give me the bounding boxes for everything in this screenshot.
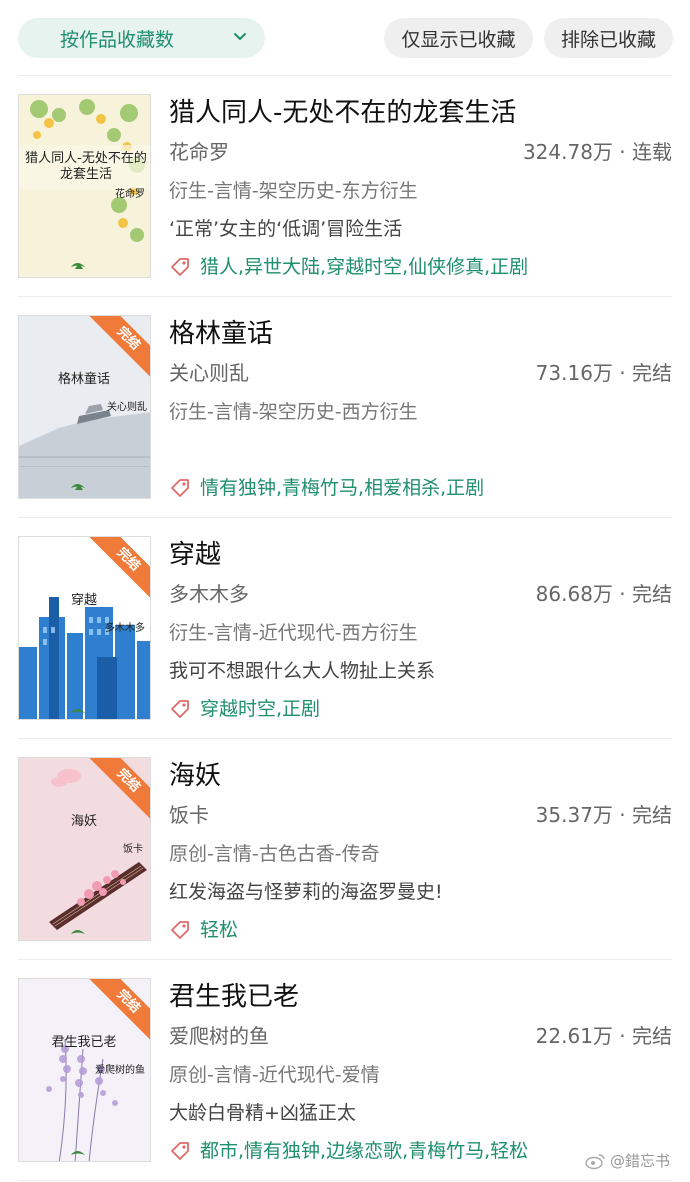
- book-genre: 原创-言情-古色古香-传奇: [169, 843, 380, 865]
- cover-title: 猎人同人-无处不在的龙套生活: [25, 151, 147, 182]
- book-author[interactable]: 花命罗: [169, 140, 229, 164]
- book-stats: 86.68万 · 完结: [535, 582, 672, 606]
- book-title[interactable]: 格林童话: [169, 315, 672, 353]
- cover-author: 饭卡: [123, 844, 143, 855]
- book-stats: 324.78万 · 连载: [522, 140, 672, 164]
- cover-title: 穿越: [70, 593, 97, 608]
- show-favorited-only-label: 仅显示已收藏: [401, 28, 516, 51]
- tag-icon: [171, 1142, 189, 1160]
- book-cover[interactable]: 穿越 多木木多 完结: [18, 536, 151, 720]
- chevron-down-icon: [234, 33, 246, 40]
- book-description: 我可不想跟什么大人物扯上关系: [169, 660, 436, 682]
- tag-icon: [171, 258, 189, 276]
- watermark-text: @錯忘书: [610, 1152, 671, 1170]
- book-tags: 轻松: [169, 911, 672, 949]
- book-list-item[interactable]: 猎人同人-无处不在的龙套生活 花命罗 猎人同人-无处不在的龙套生活 花命罗 32…: [18, 76, 672, 297]
- exclude-favorited-button[interactable]: 排除已收藏: [544, 18, 673, 58]
- cover-author: 花命罗: [115, 189, 145, 200]
- book-description: 红发海盗与怪萝莉的海盗罗曼史!: [169, 881, 443, 903]
- divider: [18, 1180, 672, 1181]
- book-tags-text[interactable]: 情有独钟,青梅竹马,相爱相杀,正剧: [200, 469, 484, 507]
- book-tags: 穿越时空,正剧: [169, 690, 672, 728]
- book-tags-text[interactable]: 都市,情有独钟,边缘恋歌,青梅竹马,轻松: [200, 1132, 528, 1170]
- book-info: 格林童话 关心则乱 73.16万 · 完结 衍生-言情-架空历史-西方衍生 情有…: [169, 315, 672, 507]
- book-description: 大龄白骨精+凶猛正太: [169, 1102, 356, 1124]
- book-cover[interactable]: 海妖 饭卡 完结: [18, 757, 151, 941]
- book-info: 穿越 多木木多 86.68万 · 完结 衍生-言情-近代现代-西方衍生 我可不想…: [169, 536, 672, 728]
- book-title[interactable]: 穿越: [169, 536, 672, 574]
- cover-author: 关心则乱: [107, 402, 147, 413]
- weibo-watermark: @錯忘书: [584, 1150, 670, 1171]
- book-tags-text[interactable]: 穿越时空,正剧: [200, 690, 320, 728]
- book-info: 猎人同人-无处不在的龙套生活 花命罗 324.78万 · 连载 衍生-言情-架空…: [169, 94, 672, 286]
- book-stats: 73.16万 · 完结: [535, 361, 672, 385]
- tag-icon: [171, 921, 189, 939]
- book-stats: 35.37万 · 完结: [535, 803, 672, 827]
- book-genre: 衍生-言情-架空历史-东方衍生: [169, 180, 418, 202]
- book-cover[interactable]: 君生我已老 爱爬树的鱼 完结: [18, 978, 151, 1162]
- weibo-icon: [585, 1153, 605, 1169]
- book-stats: 22.61万 · 完结: [535, 1024, 672, 1048]
- book-tags-text[interactable]: 轻松: [200, 911, 238, 949]
- book-tags: 猎人,异世大陆,穿越时空,仙侠修真,正剧: [169, 248, 672, 286]
- book-info: 君生我已老 爱爬树的鱼 22.61万 · 完结 原创-言情-近代现代-爱情 大龄…: [169, 978, 672, 1170]
- cover-title: 格林童话: [57, 372, 110, 387]
- exclude-favorited-label: 排除已收藏: [560, 28, 656, 51]
- book-list-item[interactable]: 格林童话 关心则乱 完结 格林童话 关心则乱 73.16万 · 完结 衍生-言情…: [18, 297, 672, 518]
- book-list-item[interactable]: 海妖 饭卡 完结 海妖 饭卡 35.37万 · 完结 原创-言情-古色古香-传奇…: [18, 739, 672, 960]
- book-description: [169, 431, 672, 469]
- cover-author: 爱爬树的鱼: [95, 1065, 145, 1076]
- book-title[interactable]: 猎人同人-无处不在的龙套生活: [169, 94, 672, 132]
- book-tags: 情有独钟,青梅竹马,相爱相杀,正剧: [169, 469, 672, 507]
- sort-dropdown[interactable]: 按作品收藏数: [18, 18, 265, 58]
- book-info: 海妖 饭卡 35.37万 · 完结 原创-言情-古色古香-传奇 红发海盗与怪萝莉…: [169, 757, 672, 949]
- tag-icon: [171, 700, 189, 718]
- book-cover[interactable]: 格林童话 关心则乱 完结: [18, 315, 151, 499]
- book-cover[interactable]: 猎人同人-无处不在的龙套生活 花命罗: [18, 94, 151, 278]
- book-genre: 衍生-言情-近代现代-西方衍生: [169, 622, 418, 644]
- book-genre: 原创-言情-近代现代-爱情: [169, 1064, 380, 1086]
- book-tags-text[interactable]: 猎人,异世大陆,穿越时空,仙侠修真,正剧: [200, 248, 528, 286]
- cover-title: 海妖: [70, 814, 97, 829]
- tag-icon: [171, 479, 189, 497]
- book-genre: 衍生-言情-架空历史-西方衍生: [169, 401, 418, 423]
- book-title[interactable]: 海妖: [169, 757, 672, 795]
- book-author[interactable]: 多木木多: [169, 582, 249, 606]
- book-description: ‘正常’女主的‘低调’冒险生活: [169, 218, 403, 240]
- sort-label: 按作品收藏数: [60, 28, 175, 51]
- cover-author: 多木木多: [105, 623, 145, 634]
- book-title[interactable]: 君生我已老: [169, 978, 672, 1016]
- book-author[interactable]: 爱爬树的鱼: [169, 1024, 269, 1048]
- cover-title: 君生我已老: [51, 1035, 117, 1050]
- filter-bar: 按作品收藏数 仅显示已收藏 排除已收藏: [18, 18, 673, 58]
- book-list-item[interactable]: 君生我已老 爱爬树的鱼 完结 君生我已老 爱爬树的鱼 22.61万 · 完结 原…: [18, 960, 672, 1181]
- book-author[interactable]: 饭卡: [169, 803, 209, 827]
- show-favorited-only-button[interactable]: 仅显示已收藏: [384, 18, 533, 58]
- book-author[interactable]: 关心则乱: [169, 361, 249, 385]
- book-list-item[interactable]: 穿越 多木木多 完结 穿越 多木木多 86.68万 · 完结 衍生-言情-近代现…: [18, 518, 672, 739]
